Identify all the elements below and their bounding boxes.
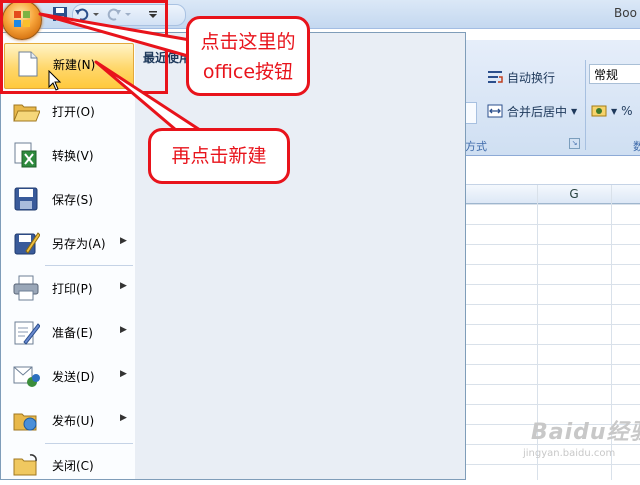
menu-item-label: 转换(V) (52, 149, 94, 163)
menu-item-label: 另存为(A) (52, 237, 106, 251)
menu-item-label: 打印(P) (52, 282, 93, 296)
submenu-arrow-icon: ▶ (120, 281, 127, 291)
ribbon-separator (585, 60, 586, 150)
menu-separator (45, 265, 133, 266)
prepare-icon (14, 321, 40, 345)
open-folder-icon (13, 104, 40, 122)
alignment-group-label: 方式 (465, 140, 487, 153)
column-header-row: G H (465, 185, 640, 204)
menu-item-save[interactable]: 保存(S) (4, 179, 132, 219)
wrap-text-button[interactable]: 自动换行 (487, 66, 555, 88)
printer-icon (13, 275, 39, 301)
merge-center-label: 合并后居中 (507, 104, 568, 119)
menu-item-label: 保存(S) (52, 193, 93, 207)
submenu-arrow-icon: ▶ (120, 325, 127, 335)
watermark-url: jingyan.baidu.com (523, 448, 616, 459)
column-header-f[interactable] (465, 185, 538, 203)
currency-dropdown-icon[interactable]: ▼ (611, 107, 617, 116)
recent-documents-pane: 最近使用 (135, 33, 465, 479)
menu-item-label: 准备(E) (52, 326, 93, 340)
callout1-line2: office按钮 (202, 61, 294, 83)
number-group-label: 数 (633, 140, 640, 153)
menu-item-convert[interactable]: 转换(V) (4, 135, 132, 175)
menu-item-send[interactable]: 发送(D) ▶ (4, 356, 132, 396)
close-folder-icon (13, 454, 37, 476)
menu-item-prepare[interactable]: 准备(E) ▶ (4, 312, 132, 352)
column-header-g[interactable]: G (537, 185, 612, 203)
accounting-format-button[interactable]: ▼ % (591, 100, 633, 122)
submenu-arrow-icon: ▶ (120, 236, 127, 246)
convert-icon (14, 142, 37, 168)
send-icon (13, 366, 40, 387)
column-header-h[interactable]: H (611, 185, 640, 203)
watermark-text: Baidu经验 (531, 420, 640, 445)
menu-item-open[interactable]: 打开(O) (4, 91, 132, 131)
callout-click-office-button: 点击这里的 office按钮 (186, 16, 310, 96)
save-icon (14, 187, 38, 211)
submenu-arrow-icon: ▶ (120, 369, 127, 379)
menu-item-close[interactable]: 关闭(C) (4, 445, 132, 485)
menu-item-label: 发布(U) (52, 414, 95, 428)
callout2-text: 再点击新建 (171, 145, 267, 167)
percent-button[interactable]: % (621, 104, 632, 118)
save-as-icon (14, 232, 40, 255)
menu-item-save-as[interactable]: 另存为(A) ▶ (4, 223, 132, 263)
menu-item-label: 关闭(C) (52, 459, 94, 473)
callout1-line1: 点击这里的 (200, 31, 296, 53)
publish-icon (13, 413, 37, 431)
office-menu-commands: 新建(N) 打开(O) 转换(V) 保存(S) 另存为(A) ▶ 打印(P) ▶… (1, 33, 136, 479)
menu-item-publish[interactable]: 发布(U) ▶ (4, 400, 132, 440)
alignment-dialog-launcher[interactable]: ↘ (569, 138, 580, 149)
menu-item-label: 打开(O) (52, 105, 95, 119)
window-title: Boo (614, 6, 637, 20)
annotation-highlight-box (0, 0, 168, 94)
watermark: Baidu经验 jingyan.baidu.com (515, 410, 640, 470)
merge-dropdown-icon[interactable]: ▼ (571, 107, 577, 116)
office-menu: 新建(N) 打开(O) 转换(V) 保存(S) 另存为(A) ▶ 打印(P) ▶… (0, 32, 466, 480)
wrap-text-icon (488, 71, 503, 83)
merge-center-button[interactable]: 合并后居中 ▼ (487, 100, 577, 122)
currency-icon (591, 105, 607, 117)
menu-separator (45, 443, 133, 444)
menu-item-print[interactable]: 打印(P) ▶ (4, 268, 132, 308)
formula-bar[interactable] (465, 160, 640, 185)
menu-item-label: 发送(D) (52, 370, 95, 384)
number-format-dropdown[interactable]: 常规 (589, 64, 640, 84)
wrap-text-label: 自动换行 (507, 70, 556, 85)
merge-center-icon (487, 104, 503, 118)
callout-click-new: 再点击新建 (148, 128, 290, 184)
submenu-arrow-icon: ▶ (120, 413, 127, 423)
ribbon: 自动换行 合并后居中 ▼ 方式 ↘ 常规 ▼ % 数 (463, 40, 640, 156)
